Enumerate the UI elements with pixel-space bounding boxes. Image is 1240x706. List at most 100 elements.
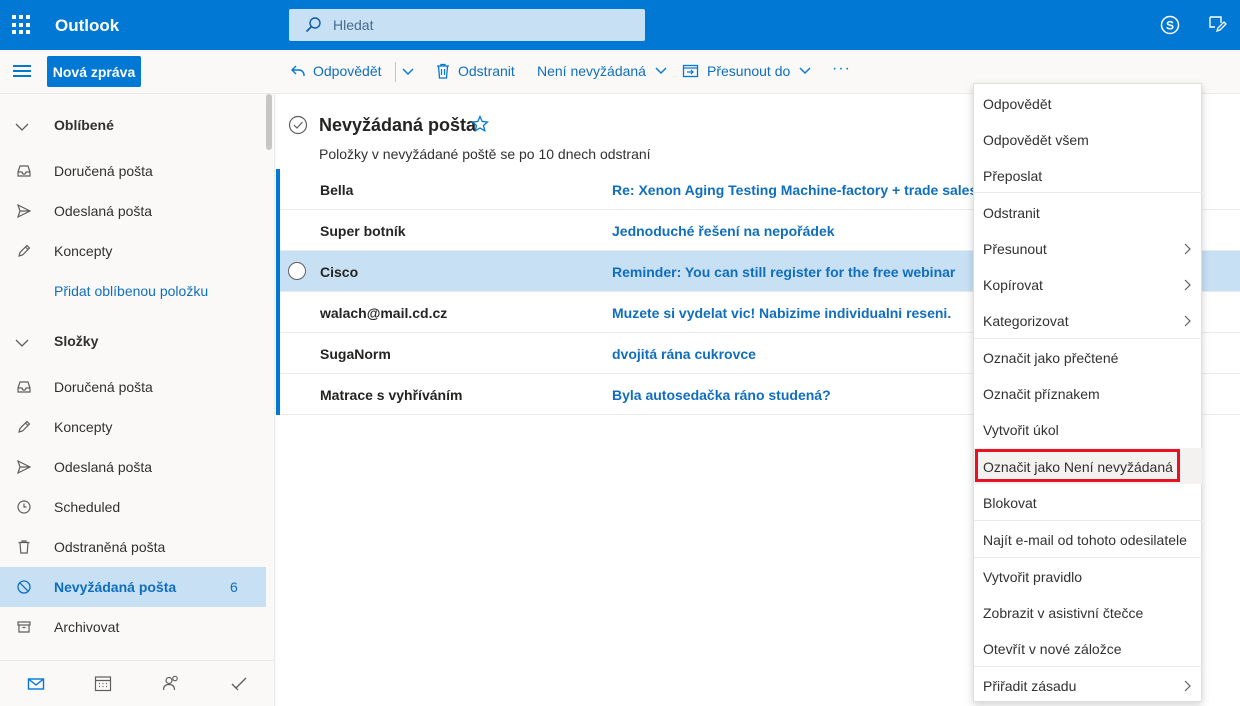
sidebar-item-scheduled[interactable]: Scheduled	[0, 487, 266, 527]
select-radio[interactable]	[288, 262, 306, 280]
calendar-icon[interactable]	[94, 675, 112, 692]
more-actions-button[interactable]: ···	[832, 60, 851, 78]
reply-label: Odpovědět	[313, 63, 382, 79]
menu-item-open-new-tab[interactable]: Otevřít v nové záložce	[974, 630, 1202, 666]
select-all-icon[interactable]	[288, 115, 308, 135]
add-favorite-label: Přidat oblíbenou položku	[54, 283, 209, 299]
menu-item-delete[interactable]: Odstranit	[974, 194, 1202, 230]
inbox-icon	[17, 165, 31, 177]
menu-item-label: Označit jako Není nevyžádaná	[983, 459, 1173, 475]
menu-item-label: Najít e-mail od tohoto odesilatele	[983, 532, 1187, 548]
sidebar-item-label: Koncepty	[54, 243, 113, 259]
menu-item-copy[interactable]: Kopírovat	[974, 266, 1202, 302]
unread-indicator	[276, 374, 280, 415]
favorite-star-icon[interactable]	[471, 115, 489, 133]
menu-item-label: Otevřít v nové záložce	[983, 641, 1122, 657]
sidebar-item-sent[interactable]: Odeslaná pošta	[0, 447, 266, 487]
app-title[interactable]: Outlook	[55, 16, 119, 36]
sidebar-item-label: Odstraněná pošta	[54, 539, 166, 555]
menu-item-block[interactable]: Blokovat	[974, 484, 1202, 520]
menu-item-mark-read[interactable]: Označit jako přečtené	[974, 339, 1202, 375]
sidebar-item-drafts[interactable]: Koncepty	[0, 407, 266, 447]
unread-indicator	[276, 292, 280, 333]
unread-indicator	[276, 169, 280, 210]
menu-item-create-rule[interactable]: Vytvořit pravidlo	[974, 558, 1202, 594]
message-subject: Muzete si vydelat vic! Nabizime individu…	[612, 305, 952, 321]
tasks-icon[interactable]	[230, 676, 248, 692]
sidebar-scrollbar[interactable]	[266, 94, 272, 150]
menu-item-label: Označit jako přečtené	[983, 350, 1119, 366]
not-junk-button[interactable]: Není nevyžádaná	[537, 63, 668, 79]
search-input[interactable]	[333, 9, 633, 41]
sidebar-item-label: Archivovat	[54, 619, 120, 635]
pencil-icon	[18, 244, 31, 257]
sidebar-item-label: Scheduled	[54, 499, 121, 515]
delete-button[interactable]: Odstranit	[435, 63, 515, 79]
menu-item-label: Kategorizovat	[983, 313, 1069, 329]
sidebar-item-label: Odeslaná pošta	[54, 459, 153, 475]
chevron-down-icon	[15, 123, 29, 131]
menu-item-categorize[interactable]: Kategorizovat	[974, 302, 1202, 338]
chevron-down-icon[interactable]	[798, 66, 812, 76]
sidebar-item-label: Doručená pošta	[54, 163, 153, 179]
sidebar-item-favorite-drafts[interactable]: Koncepty	[0, 231, 266, 271]
menu-item-reply-all[interactable]: Odpovědět všem	[974, 121, 1202, 157]
menu-item-label: Vytvořit pravidlo	[983, 569, 1083, 585]
sidebar-item-deleted[interactable]: Odstraněná pošta	[0, 527, 266, 567]
block-icon	[17, 580, 31, 594]
send-icon	[16, 203, 32, 219]
people-icon[interactable]	[162, 674, 180, 692]
menu-item-flag[interactable]: Označit příznakem	[974, 375, 1202, 411]
menu-item-label: Přiřadit zásadu	[983, 678, 1077, 694]
sidebar-item-inbox[interactable]: Doručená pošta	[0, 367, 266, 407]
unread-count-badge: 6	[230, 579, 238, 595]
unread-indicator	[276, 210, 280, 251]
unread-indicator	[276, 333, 280, 374]
reply-button[interactable]: Odpovědět	[290, 63, 382, 79]
chevron-down-icon[interactable]	[401, 67, 415, 77]
chevron-right-icon	[1184, 243, 1191, 255]
chevron-down-icon[interactable]	[654, 66, 668, 76]
menu-item-create-task[interactable]: Vytvořit úkol	[974, 411, 1202, 447]
message-sender: Super botník	[320, 223, 406, 239]
skype-icon[interactable]: S	[1159, 14, 1181, 36]
new-message-button[interactable]: Nová zpráva	[47, 56, 141, 87]
favorites-label: Oblíbené	[54, 117, 114, 133]
sidebar-item-junk[interactable]: Nevyžádaná pošta 6	[0, 567, 266, 607]
hamburger-menu-icon[interactable]	[13, 65, 31, 79]
menu-item-forward[interactable]: Přeposlat	[974, 157, 1202, 193]
move-to-button[interactable]: Přesunout do	[682, 63, 812, 79]
move-to-label: Přesunout do	[707, 63, 791, 79]
sidebar-item-favorite-inbox[interactable]: Doručená pošta	[0, 151, 266, 191]
svg-text:S: S	[1166, 19, 1174, 33]
message-subject: Re: Xenon Aging Testing Machine-factory …	[612, 182, 974, 198]
sidebar-item-favorite-sent[interactable]: Odeslaná pošta	[0, 191, 266, 231]
folders-group[interactable]: Složky	[0, 321, 266, 361]
menu-item-immersive-reader[interactable]: Zobrazit v asistivní čtečce	[974, 594, 1202, 630]
unread-indicator	[276, 251, 280, 292]
message-subject: Byla autosedačka ráno studená?	[612, 387, 831, 403]
menu-item-reply[interactable]: Odpovědět	[974, 85, 1202, 121]
favorites-group[interactable]: Oblíbené	[0, 105, 266, 145]
mail-icon[interactable]	[27, 677, 45, 691]
feedback-icon[interactable]	[1207, 14, 1227, 34]
add-favorite-link[interactable]: Přidat oblíbenou položku	[0, 271, 266, 311]
menu-item-mark-not-junk[interactable]: Označit jako Není nevyžádaná	[974, 448, 1202, 484]
message-sender: Matrace s vyhříváním	[320, 387, 463, 403]
search-icon	[305, 17, 321, 33]
app-launcher-icon[interactable]	[12, 15, 32, 35]
top-bar: Outlook S	[0, 0, 1240, 50]
sidebar-item-archive[interactable]: Archivovat	[0, 607, 266, 647]
menu-item-find-from-sender[interactable]: Najít e-mail od tohoto odesilatele	[974, 521, 1202, 557]
menu-item-label: Zobrazit v asistivní čtečce	[983, 605, 1144, 621]
page-title: Nevyžádaná pošta	[319, 115, 477, 135]
sidebar-item-label: Nevyžádaná pošta	[54, 579, 177, 595]
search-box[interactable]	[289, 9, 645, 41]
not-junk-label: Není nevyžádaná	[537, 63, 646, 79]
junk-retention-notice: Položky v nevyžádané poště se po 10 dnec…	[319, 146, 651, 162]
menu-item-move[interactable]: Přesunout	[974, 230, 1202, 266]
message-sender: Bella	[320, 182, 354, 198]
menu-divider	[974, 192, 1202, 193]
menu-item-assign-policy[interactable]: Přiřadit zásadu	[974, 667, 1202, 703]
chevron-right-icon	[1184, 315, 1191, 327]
